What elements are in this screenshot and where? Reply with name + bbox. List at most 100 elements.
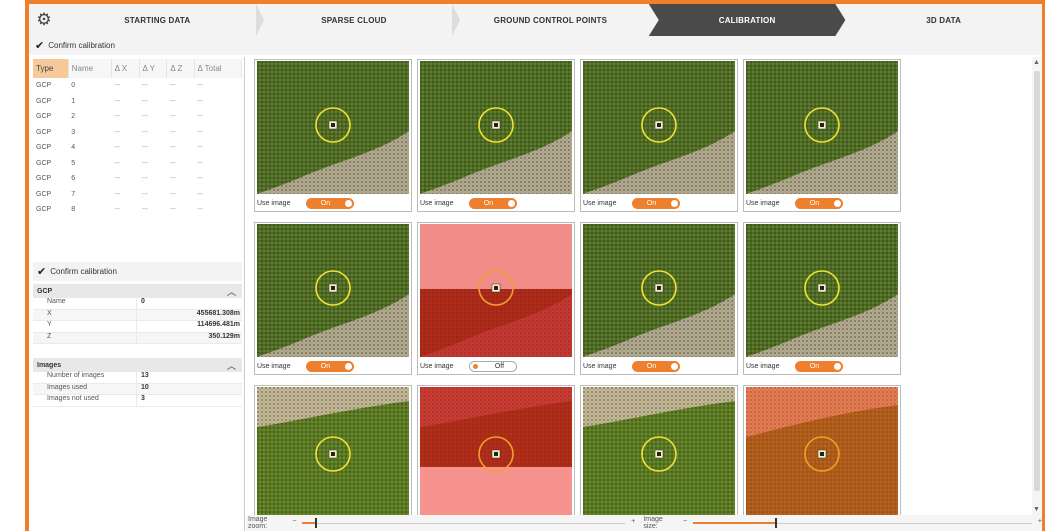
table-cell: --- <box>197 82 203 90</box>
image-card[interactable]: Use image On <box>580 59 738 212</box>
column-header[interactable]: Type <box>33 59 69 78</box>
image-card[interactable]: Use image On <box>254 222 412 375</box>
use-image-row: Use image On <box>583 196 735 210</box>
scroll-up-icon[interactable]: ▲ <box>1033 59 1040 66</box>
slider-handle[interactable] <box>774 518 777 528</box>
aerial-image-thumbnail[interactable] <box>420 61 572 194</box>
table-row[interactable]: GCP 7 --- --- --- --- <box>33 187 242 203</box>
table-row[interactable]: GCP 3 --- --- --- --- <box>33 125 242 141</box>
use-image-toggle[interactable]: On <box>469 197 518 209</box>
use-image-toggle[interactable]: Off <box>469 360 518 372</box>
images-section-header[interactable]: Images ︿ <box>33 358 242 372</box>
table-row[interactable]: GCP 0 --- --- --- --- <box>33 78 242 94</box>
property-row: Number of images 13 <box>33 372 242 384</box>
table-cell: --- <box>142 97 148 105</box>
aerial-image-thumbnail[interactable] <box>746 224 898 357</box>
toggle-label: On <box>320 199 331 207</box>
chevron-up-icon[interactable]: ︿ <box>227 285 236 298</box>
use-image-label: Use image <box>746 199 780 207</box>
table-row[interactable]: GCP 6 --- --- --- --- <box>33 171 242 187</box>
image-card[interactable]: Use image On <box>580 222 738 375</box>
confirm-label: Confirm calibration <box>50 267 117 276</box>
confirm-label: Confirm calibration <box>48 41 115 50</box>
image-card[interactable]: Use image On <box>743 222 901 375</box>
toggle-label: Off <box>494 362 505 370</box>
table-cell: --- <box>197 159 203 167</box>
aerial-image-thumbnail[interactable] <box>746 61 898 194</box>
use-image-toggle[interactable]: On <box>795 197 844 209</box>
property-value: 350.129m <box>208 332 240 340</box>
use-image-toggle[interactable]: On <box>306 360 355 372</box>
step-label: STARTING DATA <box>124 15 191 25</box>
aerial-image-thumbnail[interactable] <box>583 61 735 194</box>
table-cell: GCP <box>36 128 52 136</box>
property-value: 13 <box>141 372 149 379</box>
use-image-toggle[interactable]: On <box>306 197 355 209</box>
property-key: Name <box>33 298 137 309</box>
table-row[interactable]: GCP 4 --- --- --- --- <box>33 140 242 156</box>
table-cell: GCP <box>36 144 52 152</box>
image-card[interactable] <box>254 385 412 515</box>
use-image-toggle[interactable]: On <box>632 360 681 372</box>
table-cell: --- <box>197 113 203 121</box>
slider-track <box>302 523 626 524</box>
image-card[interactable] <box>580 385 738 515</box>
table-row[interactable]: GCP 8 --- --- --- --- <box>33 202 242 218</box>
step-sparse-cloud[interactable]: SPARSE CLOUD <box>256 4 460 36</box>
aerial-image-thumbnail[interactable] <box>420 387 572 515</box>
toggle-label: On <box>809 199 820 207</box>
confirm-calibration-button[interactable]: ✔ Confirm calibration <box>29 36 1042 55</box>
chevron-up-icon[interactable]: ︿ <box>227 359 236 372</box>
size-decrease-icon[interactable]: − <box>683 518 687 525</box>
column-header[interactable]: Δ Y <box>139 59 168 78</box>
aerial-image-thumbnail[interactable] <box>583 224 735 357</box>
column-header[interactable]: Δ Total <box>194 59 243 78</box>
table-row[interactable]: GCP 5 --- --- --- --- <box>33 156 242 172</box>
table-cell: GCP <box>36 97 52 105</box>
use-image-toggle[interactable]: On <box>632 197 681 209</box>
property-value: 455681.308m <box>196 309 240 317</box>
column-header[interactable]: Δ X <box>111 59 140 78</box>
aerial-image-thumbnail[interactable] <box>257 224 409 357</box>
gear-icon[interactable]: ⚙ <box>29 4 59 36</box>
image-size-slider[interactable]: − + <box>683 518 1042 528</box>
zoom-in-icon[interactable]: + <box>631 518 635 525</box>
aerial-image-thumbnail[interactable] <box>420 224 572 357</box>
slider-handle[interactable] <box>315 518 318 528</box>
size-increase-icon[interactable]: + <box>1038 518 1042 525</box>
image-zoom-slider[interactable]: − + <box>292 518 635 528</box>
image-card[interactable]: Use image Off <box>417 222 575 375</box>
table-cell: --- <box>142 144 148 152</box>
step-ground-control-points[interactable]: GROUND CONTROL POINTS <box>452 4 649 36</box>
table-cell: --- <box>142 113 148 121</box>
use-image-label: Use image <box>420 362 454 370</box>
column-header[interactable]: Name <box>68 59 112 78</box>
zoom-out-icon[interactable]: − <box>292 518 296 525</box>
image-card[interactable]: Use image On <box>417 59 575 212</box>
property-key: X <box>33 309 137 320</box>
aerial-image-thumbnail[interactable] <box>257 387 409 515</box>
column-header[interactable]: Δ Z <box>166 59 195 78</box>
table-row[interactable]: GCP 1 --- --- --- --- <box>33 94 242 110</box>
gcp-section-header[interactable]: GCP ︿ <box>33 284 242 298</box>
use-image-toggle[interactable]: On <box>795 360 844 372</box>
step-label: CALIBRATION <box>718 15 776 25</box>
table-row[interactable]: GCP 2 --- --- --- --- <box>33 109 242 125</box>
scroll-down-icon[interactable]: ▼ <box>1033 506 1040 513</box>
aerial-image-thumbnail[interactable] <box>257 61 409 194</box>
image-card[interactable] <box>417 385 575 515</box>
step-calibration[interactable]: CALIBRATION <box>649 4 846 36</box>
scrollbar-thumb[interactable] <box>1034 71 1040 491</box>
use-image-label: Use image <box>583 199 617 207</box>
table-cell: GCP <box>36 190 52 198</box>
image-card[interactable]: Use image On <box>743 59 901 212</box>
table-cell: GCP <box>36 159 52 167</box>
confirm-calibration-panel-button[interactable]: ✔ Confirm calibration <box>33 262 242 281</box>
step-starting-data[interactable]: STARTING DATA <box>59 4 264 36</box>
image-card[interactable]: Use image On <box>254 59 412 212</box>
gallery-scrollbar[interactable]: ▲ ▼ <box>1032 57 1042 515</box>
aerial-image-thumbnail[interactable] <box>746 387 898 515</box>
step-3d-data[interactable]: 3D DATA <box>845 4 1042 36</box>
aerial-image-thumbnail[interactable] <box>583 387 735 515</box>
image-card[interactable] <box>743 385 901 515</box>
